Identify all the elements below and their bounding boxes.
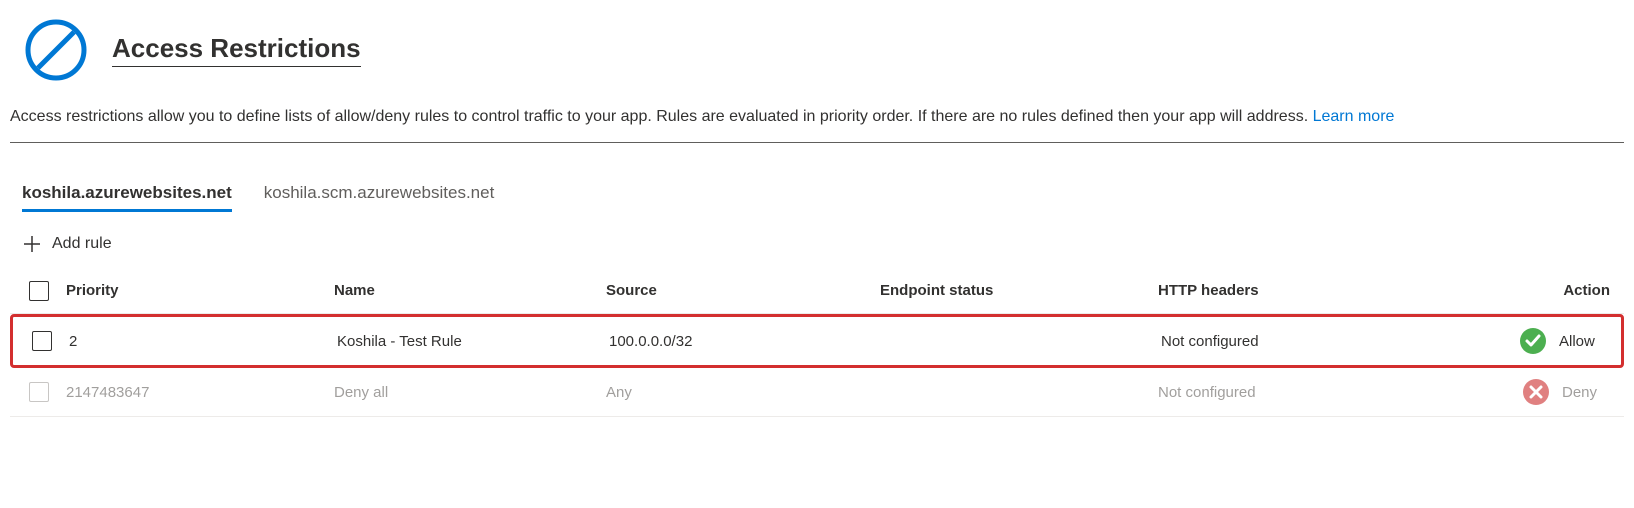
cell-priority: 2 xyxy=(63,333,337,350)
table-row[interactable]: 2 Koshila - Test Rule 100.0.0.0/32 Not c… xyxy=(10,314,1624,368)
header-endpoint[interactable]: Endpoint status xyxy=(880,282,1158,299)
header-action[interactable]: Action xyxy=(1428,282,1616,299)
add-rule-label: Add rule xyxy=(52,235,112,253)
check-circle-icon xyxy=(1519,327,1547,355)
row-checkbox[interactable] xyxy=(21,331,63,351)
tab-scm-site[interactable]: koshila.scm.azurewebsites.net xyxy=(264,183,495,212)
tab-main-site[interactable]: koshila.azurewebsites.net xyxy=(22,183,232,212)
add-rule-button[interactable]: Add rule xyxy=(10,234,1624,254)
header-priority[interactable]: Priority xyxy=(60,282,334,299)
plus-icon xyxy=(22,234,42,254)
cell-action: Deny xyxy=(1428,378,1616,406)
description-text: Access restrictions allow you to define … xyxy=(10,106,1624,143)
x-circle-icon xyxy=(1522,378,1550,406)
block-icon xyxy=(24,18,88,82)
header-name[interactable]: Name xyxy=(334,282,606,299)
select-all-checkbox[interactable] xyxy=(18,281,60,301)
rules-table: Priority Name Source Endpoint status HTT… xyxy=(10,268,1624,417)
page-title: Access Restrictions xyxy=(112,33,361,67)
cell-source: Any xyxy=(606,384,880,401)
cell-name: Koshila - Test Rule xyxy=(337,333,609,350)
row-checkbox[interactable] xyxy=(18,382,60,402)
cell-http: Not configured xyxy=(1158,384,1428,401)
table-header: Priority Name Source Endpoint status HTT… xyxy=(10,268,1624,314)
table-row[interactable]: 2147483647 Deny all Any Not configured D… xyxy=(10,368,1624,417)
header-source[interactable]: Source xyxy=(606,282,880,299)
header-http[interactable]: HTTP headers xyxy=(1158,282,1428,299)
cell-action: Allow xyxy=(1431,327,1613,355)
cell-source: 100.0.0.0/32 xyxy=(609,333,883,350)
cell-name: Deny all xyxy=(334,384,606,401)
learn-more-link[interactable]: Learn more xyxy=(1313,108,1395,125)
cell-priority: 2147483647 xyxy=(60,384,334,401)
cell-http: Not configured xyxy=(1161,333,1431,350)
tabs: koshila.azurewebsites.net koshila.scm.az… xyxy=(10,183,1624,212)
